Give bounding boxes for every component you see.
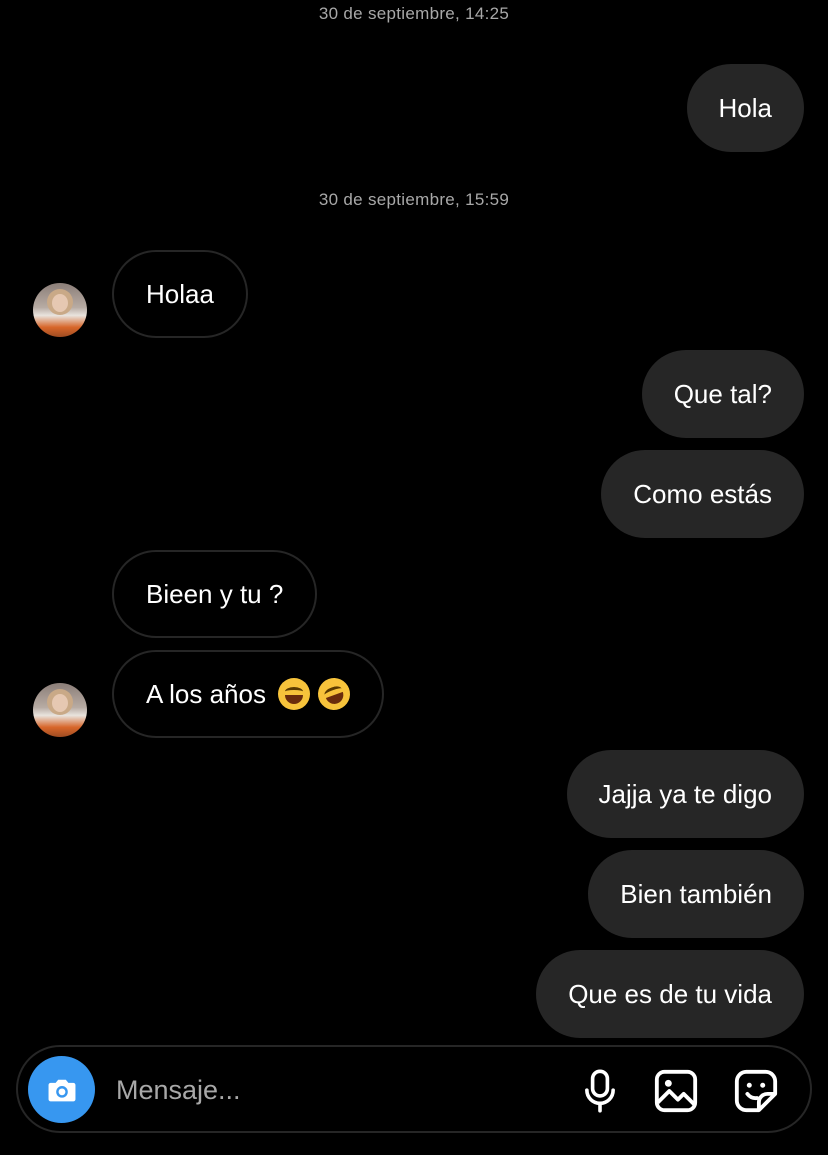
message-text: Como estás xyxy=(633,478,772,509)
sent-message[interactable]: Hola xyxy=(686,64,804,152)
received-message[interactable]: A los años xyxy=(112,650,384,738)
sticker-icon xyxy=(734,1069,778,1113)
camera-icon xyxy=(48,1079,75,1101)
message-composer xyxy=(16,1045,812,1133)
microphone-icon xyxy=(585,1069,615,1113)
sent-message[interactable]: Como estás xyxy=(601,450,804,538)
received-message[interactable]: Holaa xyxy=(112,250,248,338)
image-icon xyxy=(654,1069,698,1113)
message-input[interactable] xyxy=(114,1067,558,1113)
message-text: Bien también xyxy=(620,878,772,909)
sent-message[interactable]: Bien también xyxy=(588,850,804,938)
received-message[interactable]: Bieen y tu ? xyxy=(112,550,318,638)
message-text: Que es de tu vida xyxy=(568,978,772,1009)
contact-avatar[interactable] xyxy=(33,683,87,737)
sent-message[interactable]: Que tal? xyxy=(641,350,804,438)
sent-message[interactable]: Que es de tu vida xyxy=(536,950,804,1038)
message-text: A los años xyxy=(146,678,266,709)
message-text: Holaa xyxy=(146,278,214,309)
timestamp: 30 de septiembre, 14:25 xyxy=(318,4,510,23)
timestamp: 30 de septiembre, 15:59 xyxy=(318,190,510,209)
camera-button[interactable] xyxy=(28,1056,95,1123)
sweat-smile-emoji xyxy=(277,678,310,710)
message-text: Hola xyxy=(718,92,772,123)
sticker-button[interactable] xyxy=(732,1067,780,1115)
sent-message[interactable]: Jajja ya te digo xyxy=(566,750,804,838)
message-text: Jajja ya te digo xyxy=(598,778,772,809)
contact-avatar[interactable] xyxy=(33,283,87,337)
message-text: Que tal? xyxy=(673,378,772,409)
gallery-button[interactable] xyxy=(652,1067,700,1115)
rofl-emoji xyxy=(313,673,355,715)
message-text: Bieen y tu ? xyxy=(146,578,284,609)
microphone-button[interactable] xyxy=(576,1067,624,1115)
